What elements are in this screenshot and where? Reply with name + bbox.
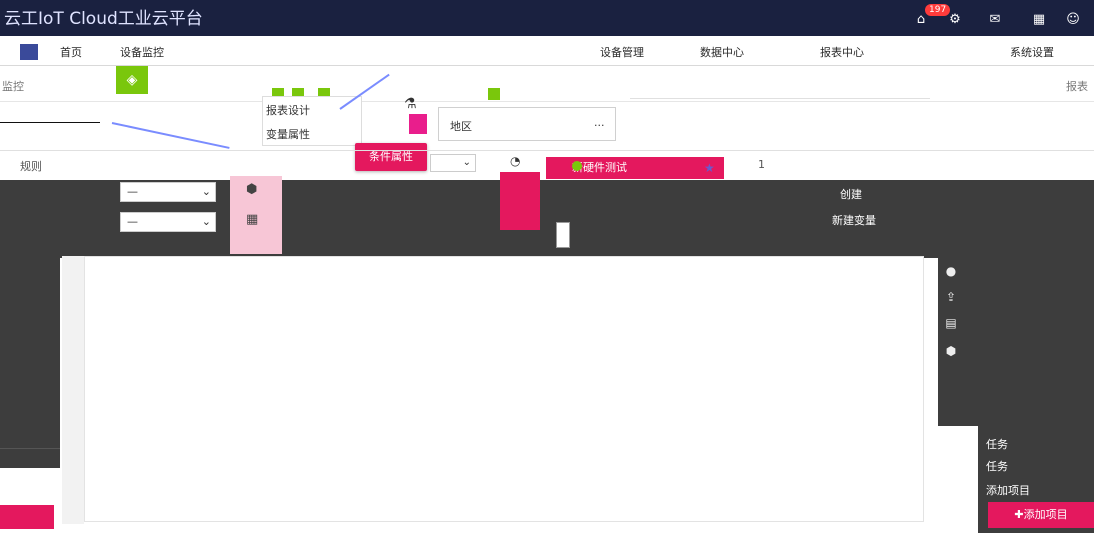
divider: [0, 448, 60, 449]
panel-row-task[interactable]: 任务: [986, 436, 1008, 452]
user-icon[interactable]: ●: [942, 264, 960, 278]
upload-icon[interactable]: ⇪: [942, 290, 960, 304]
ellipsis-label: ....: [40, 462, 54, 475]
region-label: 地区: [450, 120, 472, 133]
selected-marker: [409, 114, 427, 134]
nav-link-reports[interactable]: 报表中心: [820, 44, 864, 60]
user-icon[interactable]: ☺: [1064, 12, 1082, 27]
dark-panel: [530, 180, 1094, 258]
panel-row-add-project[interactable]: 添加项目: [986, 482, 1030, 498]
rule-tab[interactable]: 规则: [20, 158, 42, 174]
new-variable-label: 新建变量: [832, 214, 876, 227]
select-box[interactable]: — ⌄: [120, 212, 216, 232]
nav-link-settings[interactable]: 系统设置: [1010, 44, 1054, 60]
cube-icon[interactable]: ⬢: [942, 344, 960, 358]
page-number: 1: [758, 158, 765, 171]
condition-properties-button[interactable]: 条件属性: [355, 143, 427, 171]
star-icon[interactable]: ★: [704, 161, 715, 175]
nav-bar: [0, 38, 1094, 66]
status-dot-icon: [572, 161, 582, 171]
nav-link-devices[interactable]: 设备管理: [600, 44, 644, 60]
panel-row-task[interactable]: 任务: [986, 458, 1008, 474]
select-box[interactable]: — ⌄: [120, 182, 216, 202]
menu-item-report-design[interactable]: 报表设计: [266, 102, 310, 118]
canvas-frame: [62, 256, 84, 524]
app-title: 云工IoT Cloud工业云平台: [4, 9, 203, 29]
more-icon[interactable]: ...: [594, 116, 605, 129]
add-component-button[interactable]: ◈: [116, 66, 148, 94]
grid-icon[interactable]: ▦: [1030, 12, 1048, 27]
divider: [630, 98, 930, 99]
divider: [0, 122, 100, 123]
table-icon[interactable]: ▦: [246, 212, 258, 227]
nav-link-home[interactable]: 首页: [60, 44, 82, 60]
report-tab[interactable]: 报表: [1066, 78, 1088, 94]
menu-item-variable-props[interactable]: 变量属性: [266, 126, 310, 142]
add-project-button[interactable]: ✚添加项目: [988, 502, 1094, 528]
lock-icon[interactable]: [556, 222, 570, 248]
connector-line: [111, 122, 230, 149]
flask-icon[interactable]: ⚗: [404, 96, 417, 112]
pink-highlight: [500, 172, 540, 230]
settings-icon[interactable]: ⚙: [946, 12, 964, 27]
file-icon[interactable]: ▤: [942, 316, 960, 330]
dashboard-icon[interactable]: ◔: [510, 154, 520, 168]
divider: [0, 150, 1094, 151]
left-action-button[interactable]: [0, 505, 54, 529]
nav-link-monitor[interactable]: 设备监控: [120, 44, 164, 60]
design-canvas[interactable]: [84, 256, 924, 522]
cube-icon[interactable]: ⬢: [246, 182, 257, 197]
create-label: 创建: [840, 188, 862, 201]
logo-icon: [20, 44, 38, 60]
home-icon[interactable]: ⌂: [912, 12, 930, 27]
chevron-down-icon[interactable]: ⌄: [430, 154, 476, 172]
nav-link-data[interactable]: 数据中心: [700, 44, 744, 60]
left-dark-panel: [0, 256, 60, 468]
right-dark-panel: [938, 256, 1094, 426]
toolbar-green-button[interactable]: [488, 88, 500, 100]
mail-icon[interactable]: ✉: [986, 12, 1004, 27]
monitor-tab[interactable]: 监控: [2, 78, 24, 94]
